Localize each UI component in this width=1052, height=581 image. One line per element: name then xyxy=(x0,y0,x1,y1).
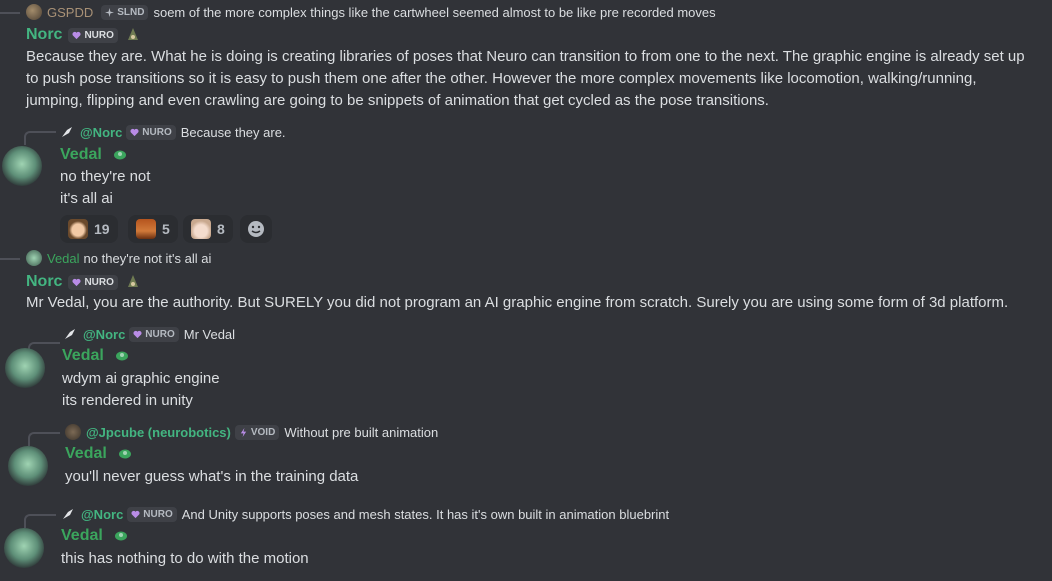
reaction-button[interactable]: 8 xyxy=(183,215,233,243)
author-name[interactable]: Vedal xyxy=(62,347,104,364)
reply-text: And Unity supports poses and mesh states… xyxy=(181,506,670,522)
server-tag-label: VOID xyxy=(250,426,276,438)
reply-preview[interactable]: GSPDD SLND soem of the more complex thin… xyxy=(26,3,716,21)
message-header: Vedal xyxy=(65,445,133,463)
sparkle-icon xyxy=(105,7,115,17)
reply-text: Mr Vedal xyxy=(183,326,236,342)
lightning-icon xyxy=(240,427,247,437)
server-tag-label: NURO xyxy=(145,328,175,340)
heart-icon xyxy=(133,330,142,338)
norc-mini-avatar xyxy=(62,127,72,137)
server-tag-label: NURO xyxy=(84,276,114,288)
face-emoji-icon xyxy=(136,219,156,239)
reply-text: Because they are. xyxy=(180,124,286,140)
message-header: Vedal xyxy=(60,146,128,164)
server-tag: NURO xyxy=(68,27,118,43)
wizard-hat-icon xyxy=(127,275,138,287)
reply-spine xyxy=(24,514,56,528)
turtle-icon xyxy=(115,351,128,361)
reply-preview[interactable]: @Norc NURO Because they are. xyxy=(60,123,286,141)
server-tag: NURO xyxy=(68,274,118,290)
message-body: this has nothing to do with the motion xyxy=(61,550,309,567)
reply-spine xyxy=(24,131,56,145)
reply-mention[interactable]: @Jpcube (neurobotics) xyxy=(86,425,231,440)
author-name[interactable]: Vedal xyxy=(61,527,103,544)
anime-emoji-icon xyxy=(191,219,211,239)
reply-spine xyxy=(28,432,60,446)
message-header: Vedal xyxy=(62,347,130,365)
message-body: no they're not it's all ai xyxy=(60,166,150,210)
gspdd-mini-avatar xyxy=(26,4,42,20)
author-name[interactable]: Vedal xyxy=(60,146,102,163)
jpcube-mini-avatar xyxy=(65,424,81,440)
heart-icon xyxy=(131,510,140,518)
heart-icon xyxy=(72,278,82,286)
reply-text: soem of the more complex things like the… xyxy=(153,4,716,20)
server-tag: VOID xyxy=(234,424,280,440)
server-tag: NURO xyxy=(126,124,176,140)
message-line: no they're not xyxy=(60,168,151,185)
message-line: Because they are. What he is doing is cr… xyxy=(26,48,1025,65)
vedal-avatar[interactable] xyxy=(4,528,44,568)
vedal-mini-avatar xyxy=(26,250,42,266)
reply-spine xyxy=(0,258,20,272)
reply-preview[interactable]: @Norc NURO And Unity supports poses and … xyxy=(61,505,669,523)
add-reaction-button[interactable] xyxy=(240,215,272,243)
server-tag-label: NURO xyxy=(142,126,172,138)
reaction-button[interactable]: 5 xyxy=(128,215,178,243)
author-name[interactable]: Norc xyxy=(26,273,62,291)
server-tag: SLND xyxy=(101,4,149,20)
message-line: to push pose transitions so it is easy t… xyxy=(26,70,977,87)
server-tag: NURO xyxy=(127,506,177,522)
server-tag-label: SLND xyxy=(117,6,145,18)
server-tag-label: NURO xyxy=(84,29,114,41)
server-tag: NURO xyxy=(129,326,179,342)
message-line: its rendered in unity xyxy=(62,392,193,409)
kid-emoji-icon xyxy=(68,219,88,239)
reply-text: Without pre built animation xyxy=(284,424,439,440)
norc-mini-avatar xyxy=(65,329,75,339)
vedal-avatar[interactable] xyxy=(8,446,48,486)
reply-text: no they're not it's all ai xyxy=(83,250,212,266)
reply-mention[interactable]: @Norc xyxy=(80,125,122,140)
reply-author[interactable]: GSPDD xyxy=(47,5,93,20)
author-name[interactable]: Vedal xyxy=(65,445,107,462)
message-body: wdym ai graphic engine its rendered in u… xyxy=(62,368,220,412)
reply-preview[interactable]: @Norc NURO Mr Vedal xyxy=(63,325,235,343)
smiley-icon xyxy=(248,221,264,237)
reaction-count: 19 xyxy=(94,221,110,237)
turtle-icon xyxy=(118,449,131,459)
heart-icon xyxy=(130,128,139,136)
message-header: Norc NURO xyxy=(26,26,141,44)
message-line: it's all ai xyxy=(60,190,113,207)
vedal-avatar[interactable] xyxy=(2,146,42,186)
message-body: Because they are. What he is doing is cr… xyxy=(26,46,1025,112)
wizard-hat-icon xyxy=(127,28,138,40)
reaction-count: 5 xyxy=(162,221,170,237)
reply-preview[interactable]: Vedal no they're not it's all ai xyxy=(26,249,211,267)
heart-icon xyxy=(72,31,82,39)
message-header: Norc NURO xyxy=(26,273,141,291)
message-body: you'll never guess what's in the trainin… xyxy=(65,468,359,485)
reply-mention[interactable]: @Norc xyxy=(83,327,125,342)
reply-author[interactable]: Vedal xyxy=(47,251,80,266)
reaction-count: 8 xyxy=(217,221,225,237)
message-header: Vedal xyxy=(61,527,129,545)
message-body: Mr Vedal, you are the authority. But SUR… xyxy=(26,294,1009,311)
reply-mention[interactable]: @Norc xyxy=(81,507,123,522)
message-line: wdym ai graphic engine xyxy=(62,370,220,387)
message-line: jumping, flipping and even crawling are … xyxy=(26,92,769,109)
reply-preview[interactable]: @Jpcube (neurobotics) VOID Without pre b… xyxy=(65,423,438,441)
reply-spine xyxy=(0,12,20,26)
server-tag-label: NURO xyxy=(143,508,173,520)
author-name[interactable]: Norc xyxy=(26,26,62,44)
reaction-button[interactable]: 19 xyxy=(60,215,118,243)
vedal-avatar[interactable] xyxy=(5,348,45,388)
turtle-icon xyxy=(113,150,126,160)
norc-mini-avatar xyxy=(63,509,73,519)
turtle-icon xyxy=(114,531,127,541)
